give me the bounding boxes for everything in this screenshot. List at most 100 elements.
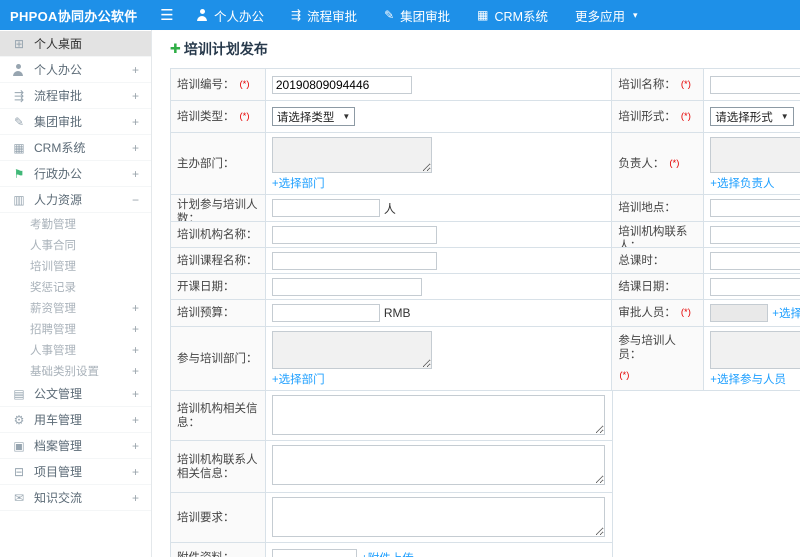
sidebar-label: 考勤管理 — [30, 218, 76, 231]
contact-info-label: 培训机构联系人相关信息： — [171, 441, 266, 493]
place-input[interactable] — [710, 199, 800, 217]
sidebar-item-admin-office[interactable]: ⚑ 行政办公 + — [0, 161, 151, 187]
expand-icon[interactable]: + — [132, 167, 139, 181]
nav-personal-office[interactable]: 个人办公 — [196, 6, 264, 25]
expand-icon[interactable]: + — [132, 89, 139, 103]
gear-icon: ⚙ — [13, 412, 25, 427]
expand-icon[interactable]: + — [132, 439, 139, 453]
required-mark: (*) — [680, 78, 691, 90]
select-dept-link[interactable]: +选择部门 — [272, 175, 325, 191]
training-name-input[interactable] — [710, 75, 800, 94]
expand-icon[interactable]: + — [132, 343, 139, 357]
hr-icon: ▥ — [13, 192, 25, 207]
nav-label: CRM系统 — [494, 9, 548, 24]
select-join-staff-link[interactable]: +选择参与人员 — [710, 371, 786, 387]
requirement-textarea[interactable] — [272, 497, 605, 537]
required-mark: (*) — [239, 110, 250, 122]
approver-input[interactable] — [710, 304, 769, 322]
sidebar-item-salary-mgmt[interactable]: 薪资管理 + — [0, 297, 151, 318]
sidebar-item-archive-mgmt[interactable]: ▣ 档案管理 + — [0, 433, 151, 459]
sidebar-item-process-approval[interactable]: ⇶ 流程审批 + — [0, 83, 151, 109]
expand-icon[interactable]: + — [132, 322, 139, 336]
contact-info-textarea[interactable] — [272, 445, 605, 485]
expand-icon[interactable]: + — [132, 465, 139, 479]
menu-icon[interactable]: ☰ — [154, 6, 180, 24]
sidebar-item-human-resources[interactable]: ▥ 人力资源 − — [0, 187, 151, 213]
sidebar-item-personal-office[interactable]: 个人办公 + — [0, 57, 151, 83]
nav-process-approval[interactable]: ⇶ 流程审批 — [291, 6, 357, 25]
org-contact-label: 培训机构联系人： — [612, 222, 705, 248]
budget-input[interactable] — [271, 304, 380, 322]
expand-icon[interactable]: + — [132, 387, 139, 401]
sidebar-item-training-mgmt[interactable]: 培训管理 — [0, 255, 151, 276]
training-number-input[interactable] — [271, 75, 412, 94]
expand-icon[interactable]: + — [132, 364, 139, 378]
sidebar-item-personnel-mgmt[interactable]: 人事管理 + — [0, 339, 151, 360]
form-row-type-mode: 培训类型： (*) 请选择类型 ▼ 培训形式： (*) 请选择形式 ▼ — [171, 101, 800, 133]
sidebar-item-project-mgmt[interactable]: ⊟ 项目管理 + — [0, 459, 151, 485]
sidebar-item-vehicle-mgmt[interactable]: ⚙ 用车管理 + — [0, 407, 151, 433]
sidebar-item-group-approval[interactable]: ✎ 集团审批 + — [0, 109, 151, 135]
sidebar: ⊞ 个人桌面 个人办公 + ⇶ 流程审批 + ✎ 集团审批 + ▦ CRM系统 — [0, 30, 152, 557]
select-join-dept-link[interactable]: +选择部门 — [272, 371, 325, 387]
form-row-number-name: 培训编号：(*) 培训名称：(*) — [171, 69, 800, 101]
user-icon — [196, 9, 208, 21]
sidebar-item-knowledge-exchange[interactable]: ✉ 知识交流 + — [0, 485, 151, 511]
total-hours-label: 总课时： — [612, 248, 705, 274]
select-approver-link[interactable]: +选择审批人员 — [772, 305, 800, 321]
sidebar-item-personal-desktop[interactable]: ⊞ 个人桌面 — [0, 31, 151, 57]
sidebar-item-reward-punishment[interactable]: 奖惩记录 — [0, 276, 151, 297]
total-hours-input[interactable] — [710, 251, 800, 270]
join-staff-label: 参与培训人员： (*) — [612, 327, 705, 391]
training-mode-select[interactable]: 请选择形式 ▼ — [710, 107, 794, 126]
sidebar-label: 公文管理 — [34, 387, 83, 401]
training-type-select[interactable]: 请选择类型 ▼ — [271, 107, 356, 126]
sidebar-item-recruitment-mgmt[interactable]: 招聘管理 + — [0, 318, 151, 339]
attachment-input[interactable] — [272, 548, 357, 557]
field-cell: 人 — [265, 195, 613, 222]
sidebar-label: 基础类别设置 — [30, 365, 99, 378]
sidebar-label: 薪资管理 — [30, 302, 76, 315]
join-dept-label: 参与培训部门： — [171, 327, 266, 391]
host-dept-textarea[interactable] — [271, 137, 432, 173]
expand-icon[interactable]: + — [132, 115, 139, 129]
org-info-textarea[interactable] — [272, 395, 605, 435]
sidebar-item-document-mgmt[interactable]: ▤ 公文管理 + — [0, 381, 151, 407]
org-name-input[interactable] — [271, 225, 437, 244]
course-name-input[interactable] — [271, 251, 437, 270]
attachment-upload-link[interactable]: +附件上传 — [361, 550, 414, 557]
start-date-input[interactable] — [271, 277, 422, 296]
field-cell — [704, 274, 800, 300]
end-date-label: 结课日期： — [612, 274, 705, 300]
sidebar-item-hr-contract[interactable]: 人事合同 — [0, 234, 151, 255]
join-dept-textarea[interactable] — [271, 331, 432, 369]
form-row-contact-info: 培训机构联系人相关信息： — [171, 441, 800, 493]
sidebar-label: 人事合同 — [30, 239, 76, 252]
org-contact-input[interactable] — [710, 225, 800, 244]
mail-icon: ✉ — [13, 490, 25, 505]
select-leader-link[interactable]: +选择负责人 — [710, 175, 774, 191]
field-cell: +附件上传 — [266, 543, 613, 557]
edit-icon: ✎ — [13, 114, 25, 129]
sidebar-item-attendance-mgmt[interactable]: 考勤管理 — [0, 213, 151, 234]
nav-more-apps[interactable]: 更多应用 ▾ — [575, 6, 638, 25]
nav-crm-system[interactable]: ▦ CRM系统 — [477, 6, 548, 25]
expand-icon[interactable]: + — [132, 63, 139, 77]
end-date-input[interactable] — [710, 277, 800, 296]
participant-count-input[interactable] — [271, 199, 380, 217]
sidebar-item-crm-system[interactable]: ▦ CRM系统 + — [0, 135, 151, 161]
sidebar-label: 用车管理 — [34, 413, 83, 427]
form-row-course: 培训课程名称： 总课时： — [171, 248, 800, 274]
join-staff-textarea[interactable] — [710, 331, 800, 369]
grid-icon: ▦ — [13, 140, 25, 155]
expand-icon[interactable]: + — [132, 141, 139, 155]
expand-icon[interactable]: + — [132, 413, 139, 427]
expand-icon[interactable]: + — [132, 301, 139, 315]
field-cell — [266, 441, 613, 493]
main-layout: ⊞ 个人桌面 个人办公 + ⇶ 流程审批 + ✎ 集团审批 + ▦ CRM系统 — [0, 30, 800, 557]
sidebar-item-base-category-settings[interactable]: 基础类别设置 + — [0, 360, 151, 381]
collapse-icon[interactable]: − — [132, 193, 139, 207]
leader-textarea[interactable] — [710, 137, 800, 173]
expand-icon[interactable]: + — [132, 491, 139, 505]
nav-group-approval[interactable]: ✎ 集团审批 — [384, 6, 450, 25]
